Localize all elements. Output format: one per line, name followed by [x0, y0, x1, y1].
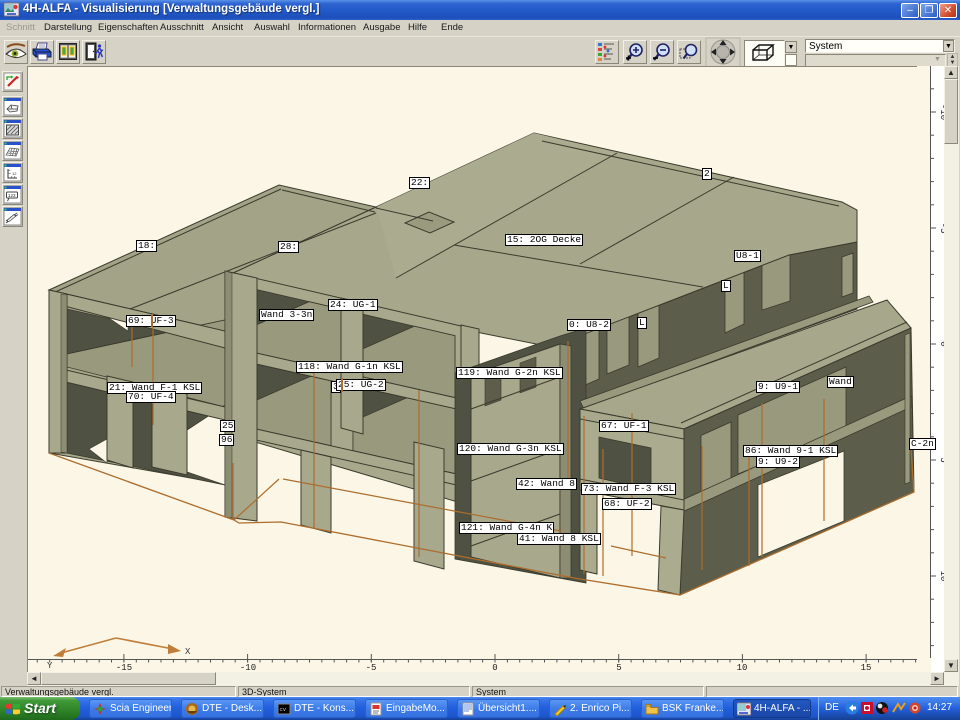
svg-text:123: 123: [8, 193, 16, 198]
svg-text:X: X: [185, 647, 191, 657]
svg-text:12: 12: [12, 171, 17, 176]
svg-text:Y: Y: [47, 661, 53, 671]
svg-text:cv: cv: [280, 706, 287, 713]
